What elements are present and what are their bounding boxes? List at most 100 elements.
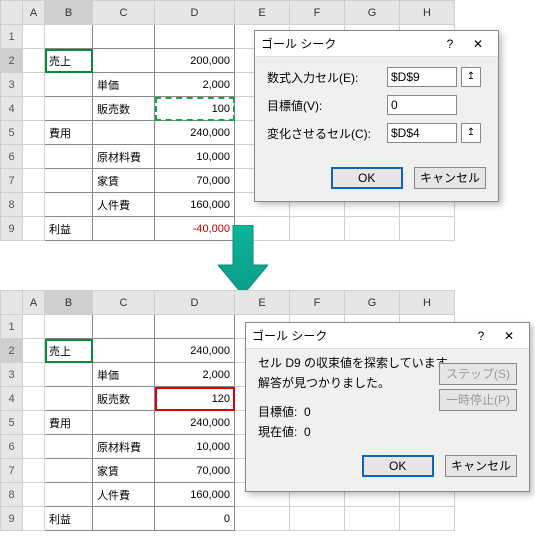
cell[interactable]: [23, 49, 45, 73]
cell-D8[interactable]: 160,000: [155, 193, 235, 217]
cell[interactable]: [45, 387, 93, 411]
cell[interactable]: [23, 411, 45, 435]
row-header[interactable]: 3: [1, 73, 23, 97]
cell[interactable]: [235, 507, 290, 531]
ref-picker-icon[interactable]: ↥: [461, 67, 481, 87]
cell[interactable]: [290, 507, 345, 531]
cell[interactable]: [93, 339, 155, 363]
cell-D9[interactable]: 0: [155, 507, 235, 531]
cell-C6[interactable]: 原材料費: [93, 145, 155, 169]
row-header[interactable]: 7: [1, 459, 23, 483]
cell[interactable]: [45, 97, 93, 121]
cell-D3[interactable]: 2,000: [155, 73, 235, 97]
row-header[interactable]: 4: [1, 387, 23, 411]
ok-button[interactable]: OK: [331, 167, 403, 189]
cell-D9[interactable]: -40,000: [155, 217, 235, 241]
cell[interactable]: [45, 169, 93, 193]
cell-B9[interactable]: 利益: [45, 217, 93, 241]
cell[interactable]: [45, 145, 93, 169]
cell[interactable]: [23, 217, 45, 241]
cell-B5[interactable]: 費用: [45, 121, 93, 145]
cell-B9[interactable]: 利益: [45, 507, 93, 531]
cell[interactable]: [345, 217, 400, 241]
help-button[interactable]: ?: [467, 329, 495, 343]
cell[interactable]: [23, 121, 45, 145]
cell-C8[interactable]: 人件費: [93, 193, 155, 217]
cell[interactable]: [93, 217, 155, 241]
cell[interactable]: [93, 507, 155, 531]
close-button[interactable]: ✕: [464, 37, 492, 51]
cancel-button[interactable]: キャンセル: [414, 167, 486, 189]
row-header[interactable]: 9: [1, 507, 23, 531]
cell[interactable]: [93, 121, 155, 145]
cell[interactable]: [45, 435, 93, 459]
cell[interactable]: [23, 435, 45, 459]
corner-cell[interactable]: [1, 1, 23, 25]
cell[interactable]: [93, 411, 155, 435]
cell[interactable]: [93, 49, 155, 73]
cell-D4[interactable]: 100: [155, 97, 235, 121]
row-header[interactable]: 6: [1, 435, 23, 459]
cell[interactable]: [45, 73, 93, 97]
cell-C3[interactable]: 単価: [93, 363, 155, 387]
cell[interactable]: [23, 169, 45, 193]
col-header[interactable]: D: [155, 291, 235, 315]
row-header[interactable]: 3: [1, 363, 23, 387]
cell-B2[interactable]: 売上: [45, 49, 93, 73]
col-header[interactable]: F: [290, 1, 345, 25]
cell[interactable]: [45, 25, 93, 49]
cell[interactable]: [23, 339, 45, 363]
ref-picker-icon[interactable]: ↥: [461, 123, 481, 143]
cell[interactable]: [45, 363, 93, 387]
cell-C8[interactable]: 人件費: [93, 483, 155, 507]
cell[interactable]: [23, 193, 45, 217]
cell[interactable]: [23, 315, 45, 339]
row-header[interactable]: 8: [1, 483, 23, 507]
cell[interactable]: [23, 25, 45, 49]
cell[interactable]: [23, 145, 45, 169]
cell-C4[interactable]: 販売数: [93, 97, 155, 121]
corner-cell[interactable]: [1, 291, 23, 315]
col-header[interactable]: H: [400, 291, 455, 315]
cell-D3[interactable]: 2,000: [155, 363, 235, 387]
cell-D5[interactable]: 240,000: [155, 121, 235, 145]
col-header[interactable]: D: [155, 1, 235, 25]
col-header[interactable]: E: [235, 291, 290, 315]
help-button[interactable]: ?: [436, 37, 464, 51]
cell[interactable]: [23, 363, 45, 387]
row-header[interactable]: 1: [1, 25, 23, 49]
cell[interactable]: [45, 315, 93, 339]
cancel-button[interactable]: キャンセル: [445, 455, 517, 477]
cell[interactable]: [45, 459, 93, 483]
cell-D2[interactable]: 200,000: [155, 49, 235, 73]
cell[interactable]: [400, 507, 455, 531]
row-header[interactable]: 7: [1, 169, 23, 193]
col-header[interactable]: C: [93, 291, 155, 315]
cell[interactable]: [235, 217, 290, 241]
cell-D2[interactable]: 240,000: [155, 339, 235, 363]
cell[interactable]: [23, 507, 45, 531]
row-header[interactable]: 4: [1, 97, 23, 121]
cell-C3[interactable]: 単価: [93, 73, 155, 97]
cell-D4[interactable]: 120: [155, 387, 235, 411]
cell[interactable]: [155, 315, 235, 339]
cell-B5[interactable]: 費用: [45, 411, 93, 435]
close-button[interactable]: ✕: [495, 329, 523, 343]
cell[interactable]: [155, 25, 235, 49]
col-header[interactable]: H: [400, 1, 455, 25]
cell[interactable]: [93, 315, 155, 339]
ok-button[interactable]: OK: [362, 455, 434, 477]
col-header[interactable]: A: [23, 291, 45, 315]
row-header[interactable]: 1: [1, 315, 23, 339]
col-header[interactable]: B: [45, 1, 93, 25]
row-header[interactable]: 8: [1, 193, 23, 217]
cell-C7[interactable]: 家賃: [93, 459, 155, 483]
cell-C6[interactable]: 原材料費: [93, 435, 155, 459]
cell[interactable]: [23, 483, 45, 507]
cell-D6[interactable]: 10,000: [155, 145, 235, 169]
cell[interactable]: [45, 483, 93, 507]
cell-D5[interactable]: 240,000: [155, 411, 235, 435]
cell-D7[interactable]: 70,000: [155, 169, 235, 193]
cell-B2[interactable]: 売上: [45, 339, 93, 363]
col-header[interactable]: A: [23, 1, 45, 25]
